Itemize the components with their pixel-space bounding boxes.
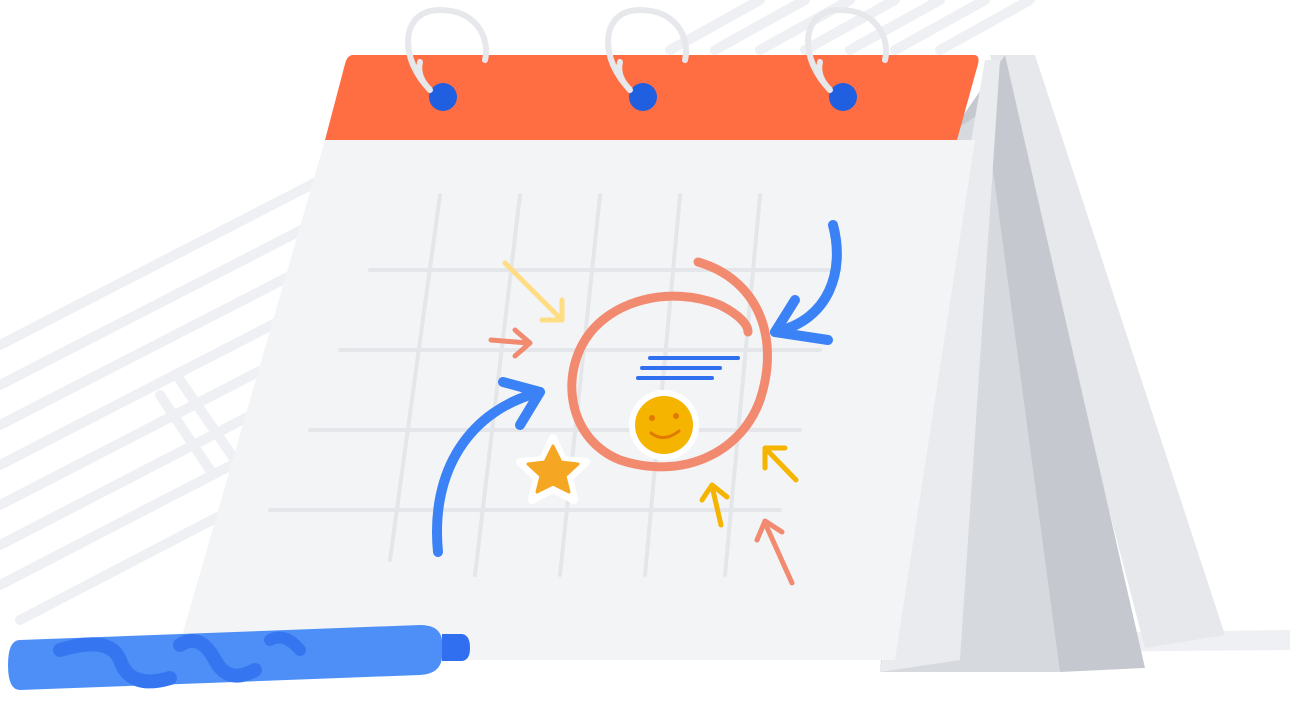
calendar-illustration xyxy=(0,0,1290,690)
illustration-canvas xyxy=(0,0,1297,707)
smiley-sticker-icon xyxy=(629,390,699,460)
marker-pen-icon xyxy=(8,625,470,690)
